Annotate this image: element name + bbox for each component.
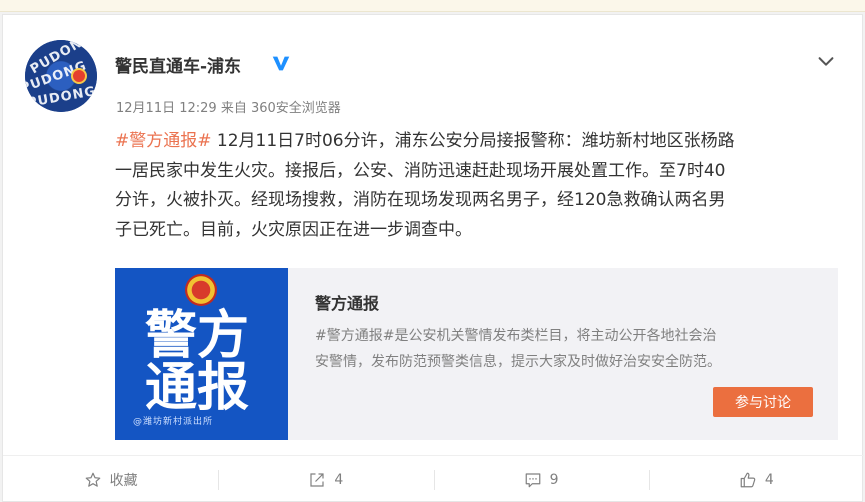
comment-icon [525, 472, 541, 487]
thumb-line-2: 通报 [145, 358, 250, 418]
post-text: #警方通报# 12月11日7时06分许，浦东公安分局接报警称：潍坊新村地区张杨路… [115, 127, 845, 245]
post-meta: 12月11日 12:29 来自 360安全浏览器 [116, 97, 341, 116]
join-discussion-button[interactable]: 参与讨论 [713, 387, 813, 417]
police-badge-icon [71, 68, 87, 84]
thumb-line-1: 警方 [145, 306, 250, 366]
comment-button[interactable]: 9 [433, 456, 649, 502]
repost-button[interactable]: 4 [218, 456, 433, 502]
thumbs-up-icon [740, 472, 756, 487]
repost-icon [310, 472, 325, 487]
post-line-1: 12月11日7时06分许，浦东公安分局接报警称：潍坊新村地区张杨路 [216, 131, 735, 151]
comment-count: 9 [549, 471, 559, 488]
police-emblem-icon [185, 274, 217, 306]
action-bar: 收藏 4 9 4 [3, 455, 864, 502]
like-button[interactable]: 4 [648, 456, 864, 502]
card-description: #警方通报#是公安机关警情发布类栏目，将主动公开各地社会治 安警情，发布防范预警… [315, 323, 820, 375]
avatar[interactable]: PUDONG PUDONG PUDONG [25, 40, 97, 112]
verified-icon [272, 56, 290, 71]
post-source: 来自 360安全浏览器 [220, 101, 341, 116]
post-line-3: 分许，火被扑灭。经现场搜救，消防在现场发现两名男子，经120急救确认两名男 [115, 190, 726, 210]
post-line-4: 子已死亡。目前，火灾原因正在进一步调查中。 [115, 219, 472, 240]
repost-count: 4 [334, 471, 344, 488]
favorite-label: 收藏 [109, 472, 138, 489]
weibo-post-card: PUDONG PUDONG PUDONG 警民直通车-浦东 12月11日 12:… [2, 14, 864, 502]
star-icon [85, 472, 100, 487]
author-name[interactable]: 警民直通车-浦东 [115, 52, 241, 77]
chevron-down-icon[interactable] [815, 50, 837, 72]
hashtag-link[interactable]: #警方通报# [115, 131, 212, 151]
top-strip [0, 0, 865, 12]
card-desc-line-2: 安警情，发布防范预警类信息，提示大家及时做好治安安全防范。 [315, 354, 721, 370]
card-desc-line-1: #警方通报#是公安机关警情发布类栏目，将主动公开各地社会治 [315, 328, 717, 344]
thumb-footer: @潍坊新村派出所 [133, 417, 214, 427]
topic-link-card[interactable]: 警方 通报 @潍坊新村派出所 警方通报 #警方通报#是公安机关警情发布类栏目，将… [115, 268, 838, 440]
post-time[interactable]: 12月11日 12:29 [116, 101, 217, 116]
card-title: 警方通报 [315, 294, 380, 313]
favorite-button[interactable]: 收藏 [3, 456, 218, 502]
post-line-2: 一居民家中发生火灾。接报后，公安、消防迅速赶赴现场开展处置工作。至7时40 [115, 160, 726, 181]
topic-thumbnail: 警方 通报 @潍坊新村派出所 [115, 268, 288, 440]
like-count: 4 [764, 471, 774, 488]
